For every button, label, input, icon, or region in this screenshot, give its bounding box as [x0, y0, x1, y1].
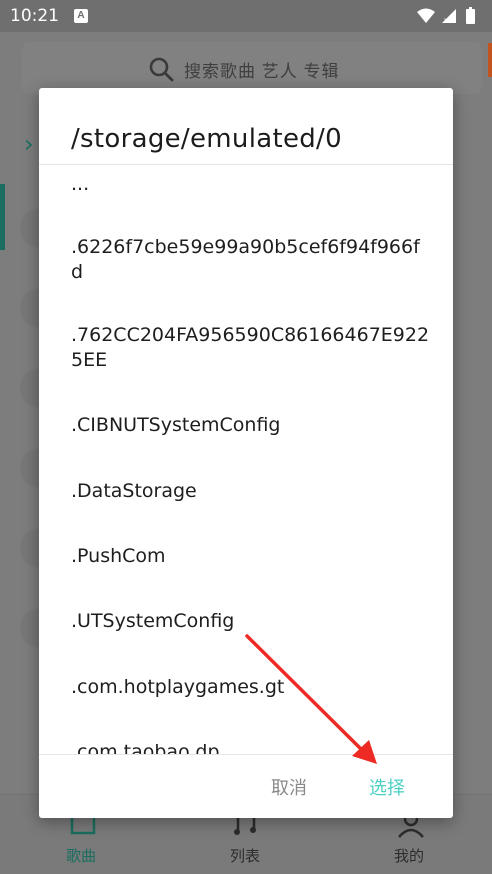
cancel-button[interactable]: 取消 [271, 774, 307, 800]
status-bar: 10:21 A × [0, 0, 492, 32]
status-icons: × [417, 7, 475, 25]
file-list-item[interactable]: .UTSystemConfig [71, 609, 431, 634]
search-placeholder: 搜索歌曲 艺人 专辑 [184, 62, 340, 81]
side-tab [488, 43, 492, 77]
file-list-item[interactable]: ... [71, 172, 431, 197]
notification-a-icon: A [74, 9, 88, 23]
file-list-item[interactable]: .PushCom [71, 544, 431, 569]
file-list-item[interactable]: .762CC204FA956590C86166467E9225EE [71, 323, 431, 373]
file-list-item[interactable]: .CIBNUTSystemConfig [71, 413, 431, 438]
file-list-item[interactable]: .com.taobao.dp [71, 740, 431, 754]
status-time: 10:21 [10, 6, 59, 26]
selection-indicator [0, 184, 5, 250]
divider [39, 754, 453, 755]
nav-songs[interactable]: 歌曲 [66, 845, 96, 866]
search-icon [149, 57, 174, 82]
file-list-item[interactable]: .com.hotplaygames.gt [71, 675, 431, 700]
nav-mine[interactable]: 我的 [394, 845, 424, 866]
file-list-item[interactable]: .6226f7cbe59e99a90b5cef6f94f966fd [71, 235, 431, 285]
signal-x-icon: × [443, 16, 450, 25]
search-bar[interactable]: 搜索歌曲 艺人 专辑 [22, 42, 482, 94]
file-list-item[interactable]: .DataStorage [71, 479, 431, 504]
select-button[interactable]: 选择 [369, 774, 405, 800]
battery-icon [466, 9, 475, 24]
wifi-icon [417, 8, 435, 23]
dialog-title: /storage/emulated/0 [71, 124, 342, 154]
folder-picker-dialog: /storage/emulated/0 ... .6226f7cbe59e99a… [39, 88, 453, 818]
nav-list[interactable]: 列表 [230, 845, 260, 866]
chevron-right-icon: › [24, 130, 34, 158]
file-list[interactable]: ... .6226f7cbe59e99a90b5cef6f94f966fd .7… [39, 165, 453, 754]
